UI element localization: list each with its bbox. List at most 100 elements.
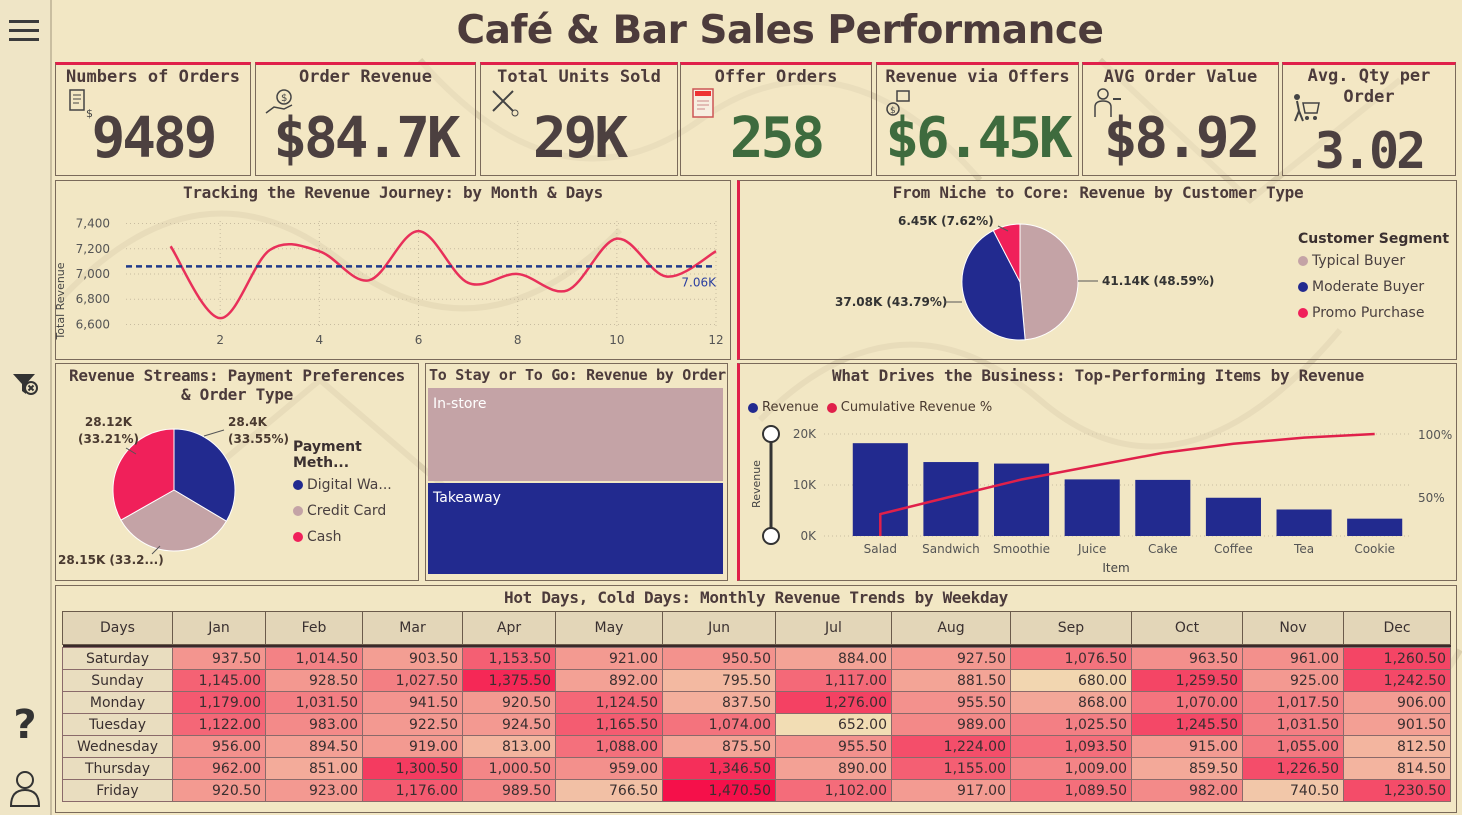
column-header[interactable]: May [555,611,663,645]
heat-cell[interactable]: 837.50 [662,691,776,714]
bar-sandwich[interactable] [923,462,979,536]
heat-cell[interactable]: 927.50 [891,647,1011,670]
clear-filter-icon[interactable] [11,370,39,398]
heat-cell[interactable]: 1,470.50 [662,779,776,802]
heat-cell[interactable]: 1,145.00 [172,669,266,692]
heat-cell[interactable]: 1,176.00 [362,779,463,802]
kpi-card-units[interactable]: Total Units Sold 29K [480,62,678,176]
heat-cell[interactable]: 859.50 [1131,757,1243,780]
heat-cell[interactable]: 1,124.50 [555,691,663,714]
payment-panel[interactable]: Revenue Streams: Payment Preferences & O… [55,363,419,581]
legend-item[interactable]: Typical Buyer [1298,253,1449,269]
legend-item[interactable]: Digital Wa... [293,477,418,493]
column-header[interactable]: Jul [775,611,892,645]
kpi-card-orders[interactable]: Numbers of Orders $ 9489 [55,62,251,176]
range-slider-handle-bottom[interactable] [762,527,780,545]
heat-cell[interactable]: 884.00 [775,647,892,670]
heat-cell[interactable]: 920.50 [172,779,266,802]
bar-cake[interactable] [1135,479,1191,536]
column-header[interactable]: Jun [662,611,776,645]
heat-cell[interactable]: 766.50 [555,779,663,802]
heat-cell[interactable]: 1,179.00 [172,691,266,714]
heat-cell[interactable]: 1,242.50 [1343,669,1451,692]
heat-cell[interactable]: 923.00 [265,779,363,802]
table-row[interactable]: Saturday 937.50 1,014.50 903.50 1,153.50 921.… [62,647,1451,670]
revenue-journey-panel[interactable]: Tracking the Revenue Journey: by Month &… [55,180,731,360]
heat-cell[interactable]: 1,226.50 [1242,757,1344,780]
heat-cell[interactable]: 868.00 [1010,691,1132,714]
heat-cell[interactable]: 1,000.50 [462,757,556,780]
heat-cell[interactable]: 1,027.50 [362,669,463,692]
heat-cell[interactable]: 956.00 [172,735,266,758]
heat-cell[interactable]: 813.00 [462,735,556,758]
heat-cell[interactable]: 1,014.50 [265,647,363,670]
heat-cell[interactable]: 740.50 [1242,779,1344,802]
heat-cell[interactable]: 1,346.50 [662,757,776,780]
heat-cell[interactable]: 1,088.00 [555,735,663,758]
help-icon[interactable]: ? [11,704,39,744]
heat-cell[interactable]: 989.00 [891,713,1011,736]
heat-cell[interactable]: 963.50 [1131,647,1243,670]
table-row[interactable]: Tuesday 1,122.00 983.00 922.50 924.50 1,165.5… [62,713,1451,736]
table-row[interactable]: Monday 1,179.00 1,031.50 941.50 920.50 1,124.… [62,691,1451,714]
heat-cell[interactable]: 982.00 [1131,779,1243,802]
heat-cell[interactable]: 892.00 [555,669,663,692]
bar-coffee[interactable] [1205,497,1261,536]
hamburger-menu-icon[interactable] [9,18,39,44]
treemap-tile-instore[interactable]: In-store [428,388,723,481]
column-header[interactable]: Nov [1242,611,1344,645]
column-header[interactable]: Sep [1010,611,1132,645]
heat-cell[interactable]: 989.50 [462,779,556,802]
order-type-panel[interactable]: To Stay or To Go: Revenue by Order Type … [425,363,728,581]
heat-cell[interactable]: 983.00 [265,713,363,736]
pie-slice-typical-buyer[interactable] [1019,223,1079,341]
heat-cell[interactable]: 652.00 [775,713,892,736]
heat-cell[interactable]: 1,155.00 [891,757,1011,780]
heat-cell[interactable]: 1,009.00 [1010,757,1132,780]
heat-cell[interactable]: 919.00 [362,735,463,758]
heat-cell[interactable]: 875.50 [662,735,776,758]
heat-cell[interactable]: 1,070.00 [1131,691,1243,714]
heat-cell[interactable]: 1,055.00 [1242,735,1344,758]
heat-cell[interactable]: 950.50 [662,647,776,670]
heat-cell[interactable]: 906.00 [1343,691,1451,714]
heat-cell[interactable]: 890.00 [775,757,892,780]
heat-cell[interactable]: 812.50 [1343,735,1451,758]
heat-cell[interactable]: 1,093.50 [1010,735,1132,758]
heat-cell[interactable]: 1,259.50 [1131,669,1243,692]
heat-cell[interactable]: 1,076.50 [1010,647,1132,670]
heat-cell[interactable]: 894.50 [265,735,363,758]
heat-cell[interactable]: 1,031.50 [1242,713,1344,736]
table-row[interactable]: Sunday 1,145.00 928.50 1,027.50 1,375.50 892.… [62,669,1451,692]
heat-cell[interactable]: 922.50 [362,713,463,736]
heat-cell[interactable]: 928.50 [265,669,363,692]
heat-cell[interactable]: 1,122.00 [172,713,266,736]
top-items-panel[interactable]: What Drives the Business: Top-Performing… [737,363,1457,581]
heat-cell[interactable]: 1,102.00 [775,779,892,802]
heat-cell[interactable]: 1,276.00 [775,691,892,714]
kpi-card-avg-qty[interactable]: Avg. Qty per Order 3.02 [1282,62,1456,180]
heat-cell[interactable]: 901.50 [1343,713,1451,736]
legend-item[interactable]: Promo Purchase [1298,305,1449,321]
table-row[interactable]: Wednesday 956.00 894.50 919.00 813.00 1,088.0… [62,735,1451,758]
heat-cell[interactable]: 937.50 [172,647,266,670]
heat-cell[interactable]: 1,224.00 [891,735,1011,758]
table-row[interactable]: Thursday 962.00 851.00 1,300.50 1,000.50 959.… [62,757,1451,780]
column-header[interactable]: Oct [1131,611,1243,645]
heat-cell[interactable]: 1,117.00 [775,669,892,692]
user-profile-icon[interactable] [9,770,41,808]
heat-cell[interactable]: 1,017.50 [1242,691,1344,714]
heat-cell[interactable]: 925.00 [1242,669,1344,692]
legend-item[interactable]: Moderate Buyer [1298,279,1449,295]
heat-cell[interactable]: 962.00 [172,757,266,780]
column-header[interactable]: Jan [172,611,266,645]
heat-cell[interactable]: 1,300.50 [362,757,463,780]
column-header[interactable]: Days [62,611,173,645]
column-header[interactable]: Apr [462,611,556,645]
legend-item[interactable]: Credit Card [293,503,418,519]
heat-cell[interactable]: 955.50 [775,735,892,758]
heat-cell[interactable]: 924.50 [462,713,556,736]
kpi-card-offer-revenue[interactable]: Revenue via Offers $ $6.45K [876,62,1079,176]
heat-cell[interactable]: 921.00 [555,647,663,670]
column-header[interactable]: Dec [1343,611,1451,645]
